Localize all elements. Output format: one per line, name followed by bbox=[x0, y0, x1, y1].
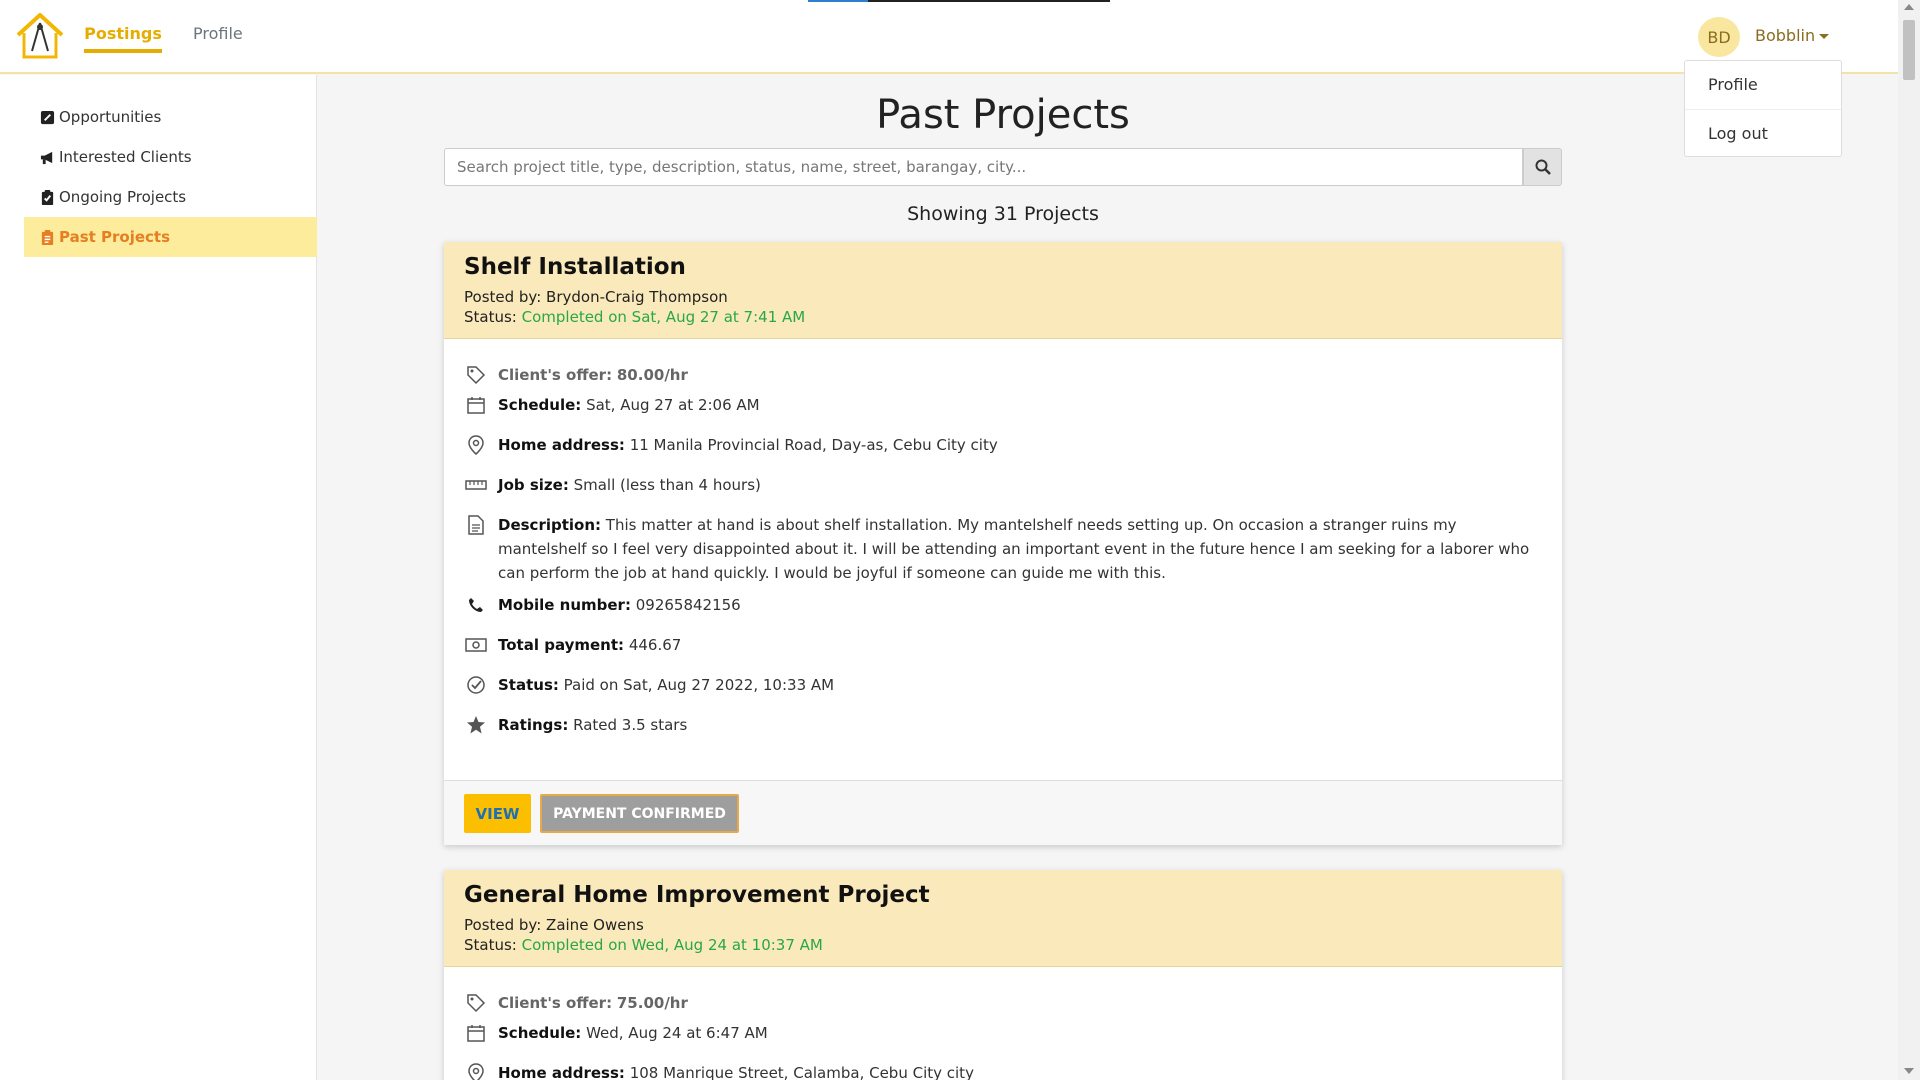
caret-down-icon bbox=[1819, 34, 1830, 39]
offer-row: Client's offer: 75.00/hr bbox=[464, 991, 1542, 1021]
card-header: General Home Improvement Project Posted … bbox=[444, 870, 1562, 967]
user-dropdown-menu: Profile Log out bbox=[1684, 60, 1842, 157]
sidebar: Opportunities Interested Clients Ongoing… bbox=[0, 75, 317, 1080]
card-body: Client's offer: 80.00/hr Schedule: Sat, … bbox=[444, 339, 1562, 763]
sidebar-item-ongoing-projects[interactable]: Ongoing Projects bbox=[24, 177, 317, 217]
card-footer: VIEW PAYMENT CONFIRMED bbox=[444, 780, 1562, 845]
tag-icon bbox=[467, 994, 486, 1013]
map-pin-icon bbox=[468, 435, 484, 455]
job-size-row: Job size: Small (less than 4 hours) bbox=[464, 473, 1542, 513]
project-status: Status: Completed on Sat, Aug 27 at 7:41… bbox=[464, 308, 806, 326]
sidebar-item-interested-clients[interactable]: Interested Clients bbox=[24, 137, 317, 177]
tag-icon bbox=[467, 366, 486, 385]
megaphone-icon bbox=[40, 151, 53, 164]
project-card: Shelf Installation Posted by: Brydon-Cra… bbox=[444, 242, 1562, 845]
page-scrollbar[interactable] bbox=[1898, 0, 1920, 1080]
check-circle-icon bbox=[467, 676, 485, 694]
page-title: Past Projects bbox=[876, 92, 1130, 138]
ratings-row: Ratings: Rated 3.5 stars bbox=[464, 713, 1542, 753]
calendar-icon bbox=[467, 1025, 485, 1042]
payment-status-row: Status: Paid on Sat, Aug 27 2022, 10:33 … bbox=[464, 673, 1542, 713]
nav-postings[interactable]: Postings bbox=[84, 24, 162, 53]
avatar[interactable]: BD bbox=[1698, 17, 1740, 57]
ruler-icon bbox=[465, 480, 487, 490]
clipboard-list-icon bbox=[41, 229, 54, 245]
edit-square-icon bbox=[40, 110, 55, 124]
user-menu-toggle[interactable]: Bobblin bbox=[1755, 26, 1830, 45]
payment-confirmed-button[interactable]: PAYMENT CONFIRMED bbox=[540, 794, 739, 833]
mobile-row: Mobile number: 09265842156 bbox=[464, 593, 1542, 633]
calendar-icon bbox=[467, 397, 485, 414]
scroll-down-arrow-icon[interactable] bbox=[1904, 1068, 1914, 1074]
dropdown-item-profile[interactable]: Profile bbox=[1685, 61, 1841, 109]
logo-icon[interactable] bbox=[14, 11, 66, 61]
search-bar bbox=[444, 148, 1562, 186]
card-header: Shelf Installation Posted by: Brydon-Cra… bbox=[444, 242, 1562, 339]
description-row: Description: This matter at hand is abou… bbox=[464, 513, 1542, 593]
cash-icon bbox=[465, 638, 487, 652]
card-body: Client's offer: 75.00/hr Schedule: Wed, … bbox=[444, 967, 1562, 1080]
scroll-up-arrow-icon[interactable] bbox=[1904, 4, 1914, 10]
search-button[interactable] bbox=[1523, 148, 1562, 186]
sidebar-item-label: Interested Clients bbox=[59, 148, 192, 166]
nav-profile[interactable]: Profile bbox=[193, 24, 243, 43]
project-count: Showing 31 Projects bbox=[907, 203, 1099, 225]
sidebar-item-label: Opportunities bbox=[59, 108, 162, 126]
offer-row: Client's offer: 80.00/hr bbox=[464, 363, 1542, 393]
address-row: Home address: 108 Manrique Street, Calam… bbox=[464, 1061, 1542, 1080]
sidebar-item-past-projects[interactable]: Past Projects bbox=[24, 217, 317, 257]
sidebar-item-label: Past Projects bbox=[59, 228, 171, 246]
search-icon bbox=[1535, 159, 1551, 175]
document-icon bbox=[468, 515, 484, 535]
address-row: Home address: 11 Manila Provincial Road,… bbox=[464, 433, 1542, 473]
username: Bobblin bbox=[1755, 26, 1816, 45]
map-pin-icon bbox=[468, 1063, 484, 1080]
card-title: General Home Improvement Project bbox=[464, 882, 930, 908]
card-title: Shelf Installation bbox=[464, 254, 686, 280]
schedule-row: Schedule: Wed, Aug 24 at 6:47 AM bbox=[464, 1021, 1542, 1061]
top-navbar: Postings Profile BD Bobblin bbox=[0, 0, 1898, 74]
star-icon bbox=[467, 716, 485, 734]
posted-by: Posted by: Zaine Owens bbox=[464, 916, 644, 934]
schedule-row: Schedule: Sat, Aug 27 at 2:06 AM bbox=[464, 393, 1542, 433]
clipboard-check-icon bbox=[41, 189, 54, 205]
sidebar-item-opportunities[interactable]: Opportunities bbox=[24, 97, 317, 137]
dropdown-item-logout[interactable]: Log out bbox=[1685, 109, 1841, 157]
scrollbar-thumb[interactable] bbox=[1903, 20, 1915, 80]
total-payment-row: Total payment: 446.67 bbox=[464, 633, 1542, 673]
sidebar-item-label: Ongoing Projects bbox=[59, 188, 187, 206]
loading-progress-bar bbox=[808, 0, 1110, 2]
posted-by: Posted by: Brydon-Craig Thompson bbox=[464, 288, 728, 306]
phone-icon bbox=[469, 598, 483, 612]
search-input[interactable] bbox=[444, 148, 1523, 186]
project-card: General Home Improvement Project Posted … bbox=[444, 870, 1562, 1080]
view-button[interactable]: VIEW bbox=[464, 794, 531, 833]
project-status: Status: Completed on Wed, Aug 24 at 10:3… bbox=[464, 936, 823, 954]
